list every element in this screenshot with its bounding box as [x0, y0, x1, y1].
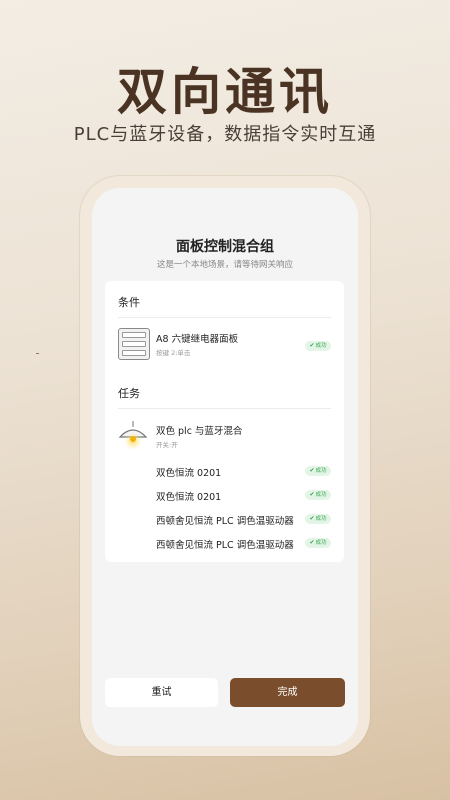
check-icon: ✔	[309, 515, 315, 522]
check-icon: ✔	[309, 539, 315, 546]
panel-icon	[118, 328, 150, 360]
phone-screen: 面板控制混合组 这是一个本地场景，请等待网关响应 条件 A8 六键继电器面板 按…	[92, 188, 358, 746]
check-icon: ✔	[309, 491, 315, 498]
decorative-dot	[36, 353, 39, 354]
hero-title: 双向通讯	[117, 63, 333, 121]
task-item-name: 西顿舍见恒流 PLC 调色温驱动器	[156, 540, 294, 551]
hero-subtitle: PLC与蓝牙设备，数据指令实时互通	[73, 124, 377, 145]
task-group-sub: 开关:开	[156, 441, 178, 449]
condition-sub: 按键 2:单击	[156, 349, 191, 357]
retry-button[interactable]: 重试	[105, 678, 218, 707]
condition-name: A8 六键继电器面板	[156, 334, 239, 345]
done-button[interactable]: 完成	[230, 678, 345, 707]
tasks-label: 任务	[118, 387, 140, 400]
scene-title: 面板控制混合组	[176, 239, 274, 255]
scene-card: 条件 A8 六键继电器面板 按键 2:单击 ✔成功 任务 双色 plc 与蓝牙混…	[105, 281, 344, 562]
task-group-name: 双色 plc 与蓝牙混合	[156, 426, 243, 437]
status-badge: ✔成功	[305, 490, 331, 500]
status-badge: ✔成功	[305, 538, 331, 548]
task-item-name: 双色恒流 0201	[156, 492, 222, 503]
status-badge: ✔成功	[305, 466, 331, 476]
status-badge: ✔成功	[305, 341, 331, 351]
scene-subtitle: 这是一个本地场景，请等待网关响应	[156, 260, 293, 270]
check-icon: ✔	[309, 342, 315, 349]
conditions-label: 条件	[118, 296, 140, 309]
divider	[118, 317, 331, 318]
check-icon: ✔	[309, 467, 315, 474]
task-item-name: 双色恒流 0201	[156, 468, 222, 479]
status-badge: ✔成功	[305, 514, 331, 524]
lamp-icon	[118, 421, 148, 450]
task-item-name: 西顿舍见恒流 PLC 调色温驱动器	[156, 516, 294, 527]
divider	[118, 408, 331, 409]
